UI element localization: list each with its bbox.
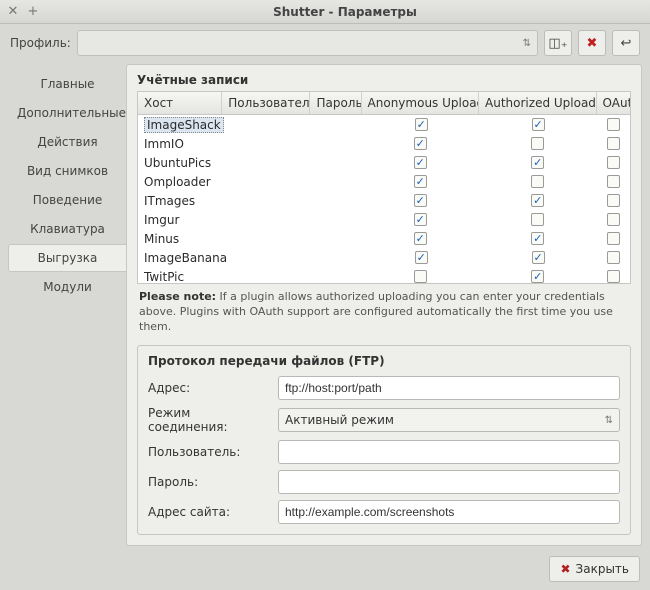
oauth-checkbox[interactable]: [607, 194, 620, 207]
table-row[interactable]: ImageBanana: [138, 248, 630, 267]
delete-icon: ✖: [587, 36, 598, 51]
close-label: Закрыть: [576, 562, 629, 576]
host-cell: Minus: [144, 232, 179, 246]
table-row[interactable]: UbuntuPics: [138, 153, 630, 172]
table-row[interactable]: ImmIO: [138, 134, 630, 153]
auth-checkbox[interactable]: [531, 175, 544, 188]
oauth-checkbox[interactable]: [607, 251, 620, 264]
window-close-icon[interactable]: ✕: [6, 5, 20, 19]
ftp-uri-input[interactable]: [278, 376, 620, 400]
host-cell: TwitPic: [144, 270, 184, 284]
table-row[interactable]: ImageShack: [138, 115, 630, 134]
host-cell: ImmIO: [144, 137, 184, 151]
auth-checkbox[interactable]: [531, 270, 544, 283]
tab-0[interactable]: Главные: [8, 70, 126, 98]
save-as-icon: ◫₊: [548, 36, 567, 51]
close-button[interactable]: ✖ Закрыть: [549, 556, 640, 582]
accounts-table-body: ImageShack ImmIO UbuntuPics Omploader ITmage…: [138, 115, 630, 283]
host-cell: ImageShack: [144, 117, 224, 133]
tab-5[interactable]: Клавиатура: [8, 215, 126, 243]
oauth-checkbox[interactable]: [607, 175, 620, 188]
accounts-note: Please note: If a plugin allows authoriz…: [137, 284, 631, 345]
anon-checkbox[interactable]: [415, 118, 428, 131]
table-row[interactable]: ITmages: [138, 191, 630, 210]
ftp-pass-label: Пароль:: [148, 475, 270, 489]
revert-icon: ↩: [621, 36, 632, 51]
window-title: Shutter - Параметры: [46, 5, 644, 19]
tab-6[interactable]: Выгрузка: [8, 244, 126, 272]
profile-toolbar: Профиль: ⇅ ◫₊ ✖ ↩: [0, 24, 650, 64]
titlebar: ✕ + Shutter - Параметры: [0, 0, 650, 24]
col-oauth[interactable]: OAut: [597, 92, 630, 114]
auth-checkbox[interactable]: [531, 232, 544, 245]
ftp-site-label: Адрес сайта:: [148, 505, 270, 519]
anon-checkbox[interactable]: [414, 213, 427, 226]
anon-checkbox[interactable]: [414, 232, 427, 245]
auth-checkbox[interactable]: [531, 137, 544, 150]
close-icon: ✖: [560, 562, 570, 576]
accounts-table-header: Хост Пользователь Пароль Anonymous Uploa…: [138, 92, 630, 115]
profile-revert-button[interactable]: ↩: [612, 30, 640, 56]
ftp-section: Протокол передачи файлов (FTP) Адрес: Ре…: [137, 345, 631, 535]
profile-delete-button[interactable]: ✖: [578, 30, 606, 56]
oauth-checkbox[interactable]: [607, 232, 620, 245]
upload-panel: Учётные записи Хост Пользователь Пароль …: [126, 64, 642, 546]
anon-checkbox[interactable]: [414, 175, 427, 188]
anon-checkbox[interactable]: [414, 156, 427, 169]
chevron-updown-icon: ⇅: [523, 38, 531, 49]
chevron-updown-icon: ⇅: [605, 415, 613, 426]
anon-checkbox[interactable]: [414, 270, 427, 283]
profile-combo[interactable]: ⇅: [77, 30, 538, 56]
accounts-table: Хост Пользователь Пароль Anonymous Uploa…: [137, 91, 631, 284]
settings-tabs: ГлавныеДополнительныеДействияВид снимков…: [8, 64, 126, 546]
host-cell: ITmages: [144, 194, 195, 208]
oauth-checkbox[interactable]: [607, 118, 620, 131]
window-maximize-icon[interactable]: +: [26, 5, 40, 19]
host-cell: Imgur: [144, 213, 179, 227]
anon-checkbox[interactable]: [414, 194, 427, 207]
ftp-user-input[interactable]: [278, 440, 620, 464]
tab-4[interactable]: Поведение: [8, 186, 126, 214]
profile-save-button[interactable]: ◫₊: [544, 30, 572, 56]
anon-checkbox[interactable]: [414, 137, 427, 150]
auth-checkbox[interactable]: [531, 213, 544, 226]
ftp-mode-value: Активный режим: [285, 413, 394, 427]
ftp-user-label: Пользователь:: [148, 445, 270, 459]
col-pass[interactable]: Пароль: [310, 92, 361, 114]
host-cell: ImageBanana: [144, 251, 227, 265]
ftp-mode-select[interactable]: Активный режим ⇅: [278, 408, 620, 432]
tab-7[interactable]: Модули: [8, 273, 126, 301]
auth-checkbox[interactable]: [532, 251, 545, 264]
accounts-title: Учётные записи: [137, 73, 631, 87]
anon-checkbox[interactable]: [415, 251, 428, 264]
oauth-checkbox[interactable]: [607, 213, 620, 226]
ftp-site-input[interactable]: [278, 500, 620, 524]
table-row[interactable]: Omploader: [138, 172, 630, 191]
ftp-uri-label: Адрес:: [148, 381, 270, 395]
ftp-title: Протокол передачи файлов (FTP): [148, 354, 620, 368]
profile-label: Профиль:: [10, 36, 71, 50]
tab-3[interactable]: Вид снимков: [8, 157, 126, 185]
tab-2[interactable]: Действия: [8, 128, 126, 156]
col-host[interactable]: Хост: [138, 92, 222, 114]
tab-1[interactable]: Дополнительные: [8, 99, 126, 127]
oauth-checkbox[interactable]: [607, 137, 620, 150]
col-auth[interactable]: Authorized Upload: [479, 92, 596, 114]
oauth-checkbox[interactable]: [607, 270, 620, 283]
auth-checkbox[interactable]: [531, 156, 544, 169]
ftp-pass-input[interactable]: [278, 470, 620, 494]
table-row[interactable]: Imgur: [138, 210, 630, 229]
ftp-mode-label: Режим соединения:: [148, 406, 270, 434]
col-user[interactable]: Пользователь: [222, 92, 310, 114]
dialog-footer: ✖ Закрыть: [0, 552, 650, 590]
auth-checkbox[interactable]: [531, 194, 544, 207]
host-cell: UbuntuPics: [144, 156, 211, 170]
table-row[interactable]: Minus: [138, 229, 630, 248]
table-row[interactable]: TwitPic: [138, 267, 630, 283]
col-anon[interactable]: Anonymous Upload: [362, 92, 479, 114]
oauth-checkbox[interactable]: [607, 156, 620, 169]
host-cell: Omploader: [144, 175, 211, 189]
auth-checkbox[interactable]: [532, 118, 545, 131]
